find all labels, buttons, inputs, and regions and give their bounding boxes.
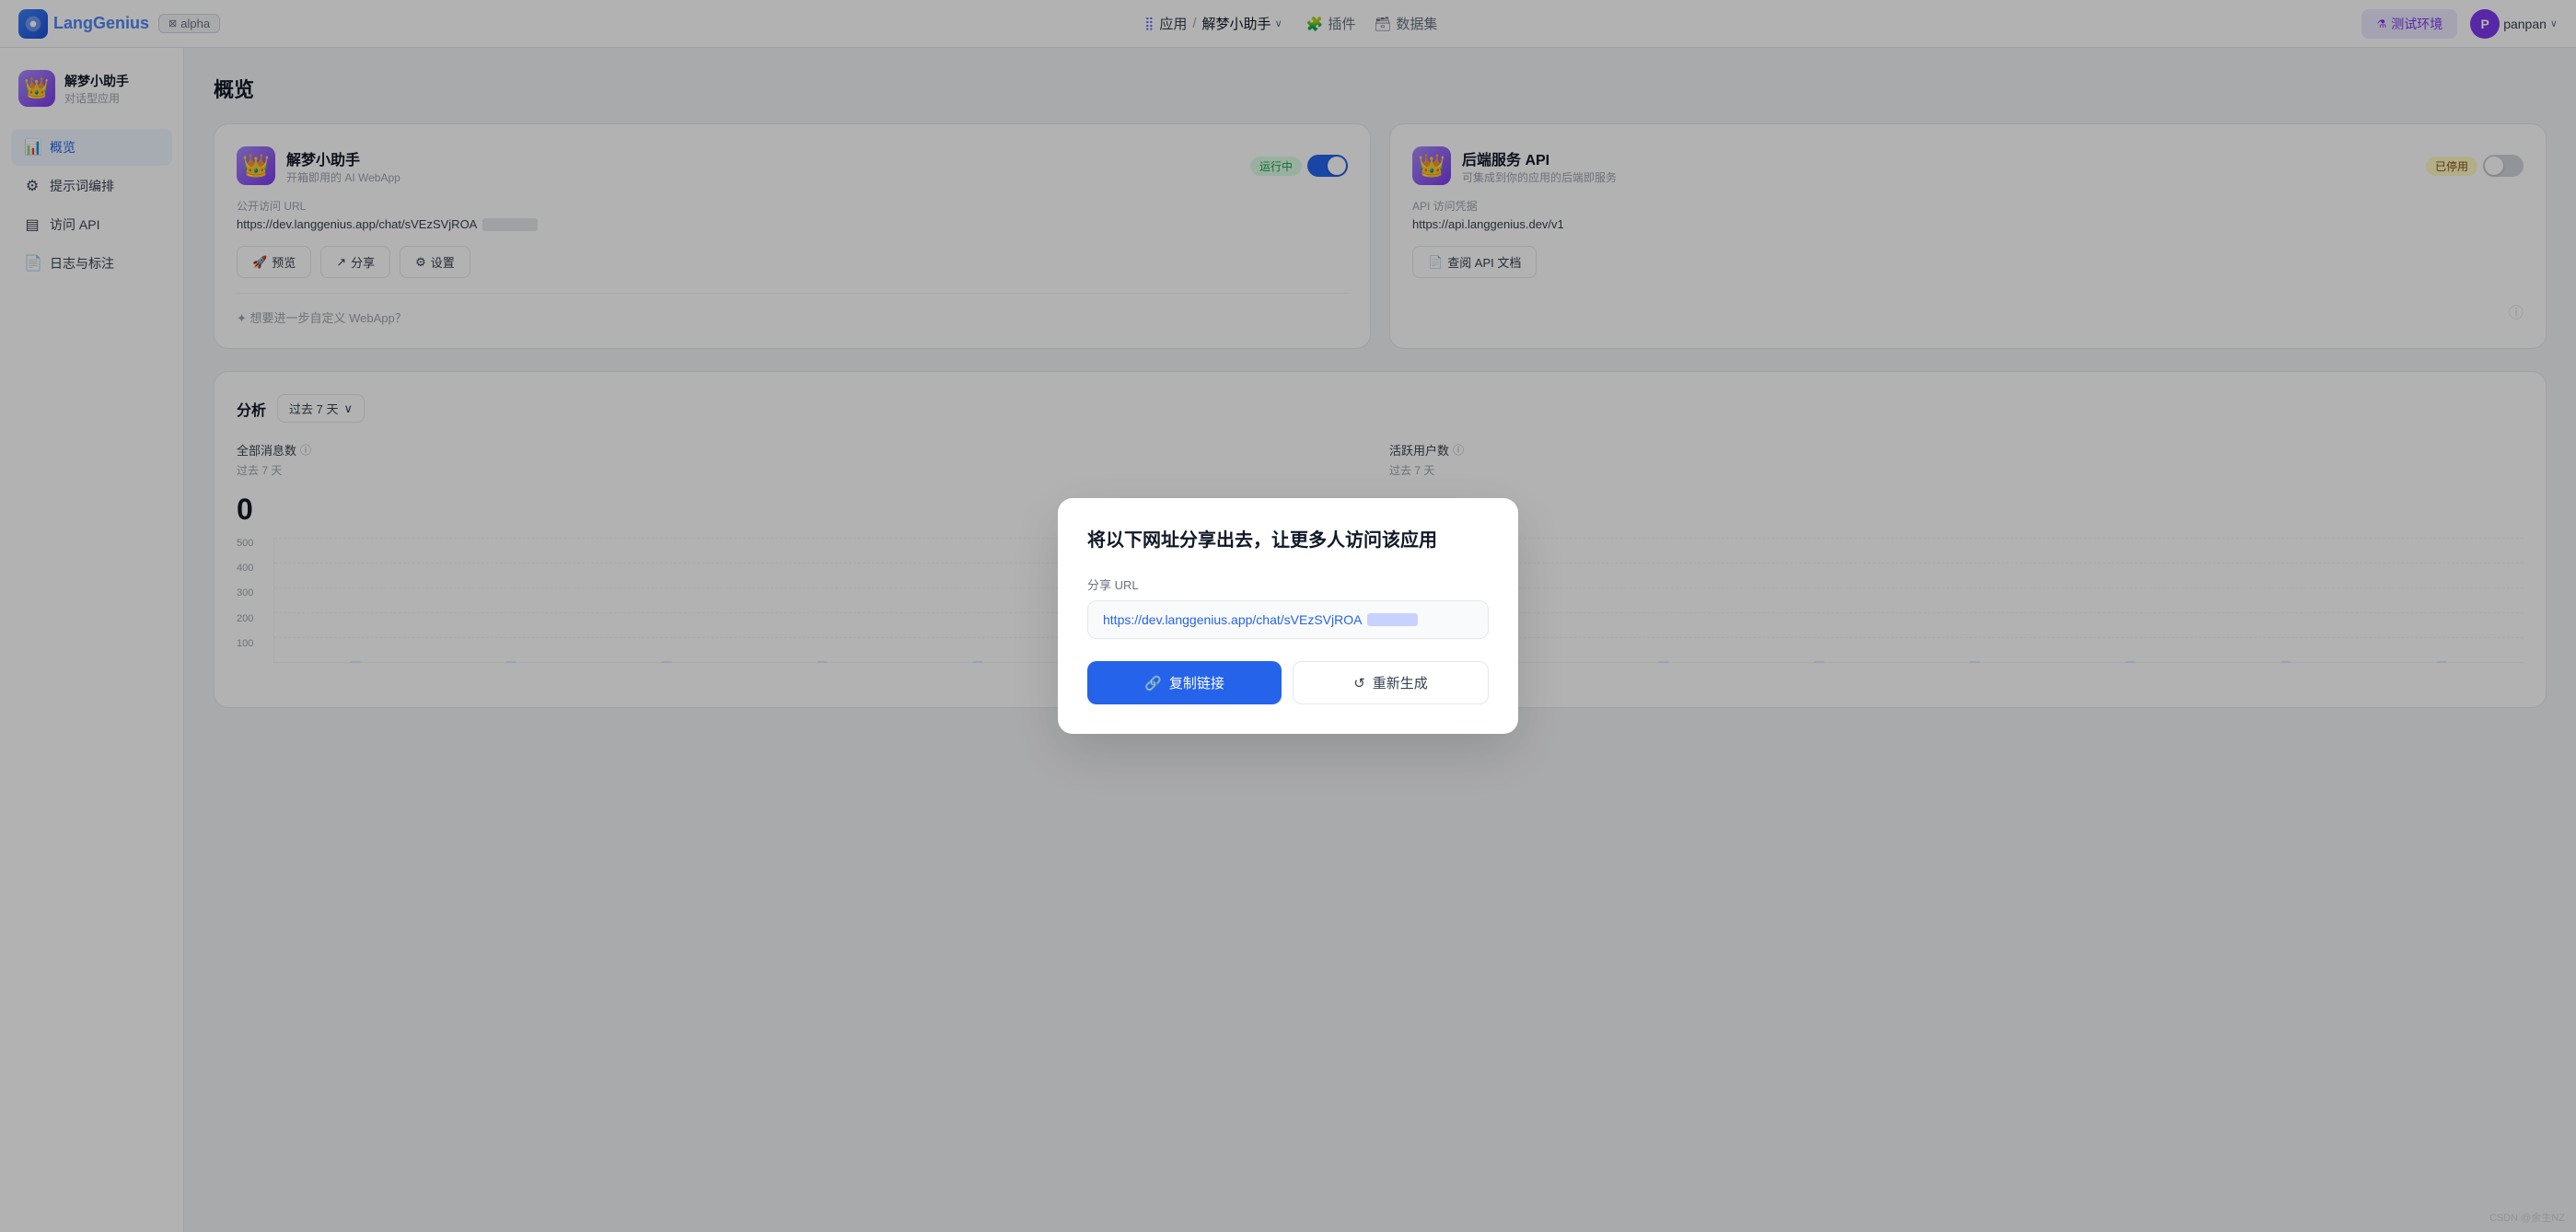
- regen-icon: ↺: [1353, 675, 1365, 692]
- regen-label: 重新生成: [1373, 673, 1428, 692]
- modal-actions: 🔗 复制链接 ↺ 重新生成: [1087, 661, 1489, 704]
- modal-url-text: https://dev.langgenius.app/chat/sVEzSVjR…: [1103, 612, 1473, 627]
- share-modal: 将以下网址分享出去，让更多人访问该应用 分享 URL https://dev.l…: [1058, 498, 1518, 734]
- modal-overlay[interactable]: 将以下网址分享出去，让更多人访问该应用 分享 URL https://dev.l…: [0, 0, 2576, 1232]
- modal-url-box: https://dev.langgenius.app/chat/sVEzSVjR…: [1087, 600, 1489, 639]
- modal-title: 将以下网址分享出去，让更多人访问该应用: [1087, 528, 1489, 553]
- copy-label: 复制链接: [1169, 673, 1224, 692]
- modal-url-blur: [1367, 613, 1418, 626]
- modal-url-label: 分享 URL: [1087, 575, 1489, 593]
- modal-url-prefix: https://dev.langgenius.app/chat/sVEzSVjR…: [1103, 612, 1362, 627]
- copy-link-button[interactable]: 🔗 复制链接: [1087, 661, 1282, 704]
- copy-icon: 🔗: [1144, 675, 1162, 692]
- regen-button[interactable]: ↺ 重新生成: [1293, 661, 1489, 704]
